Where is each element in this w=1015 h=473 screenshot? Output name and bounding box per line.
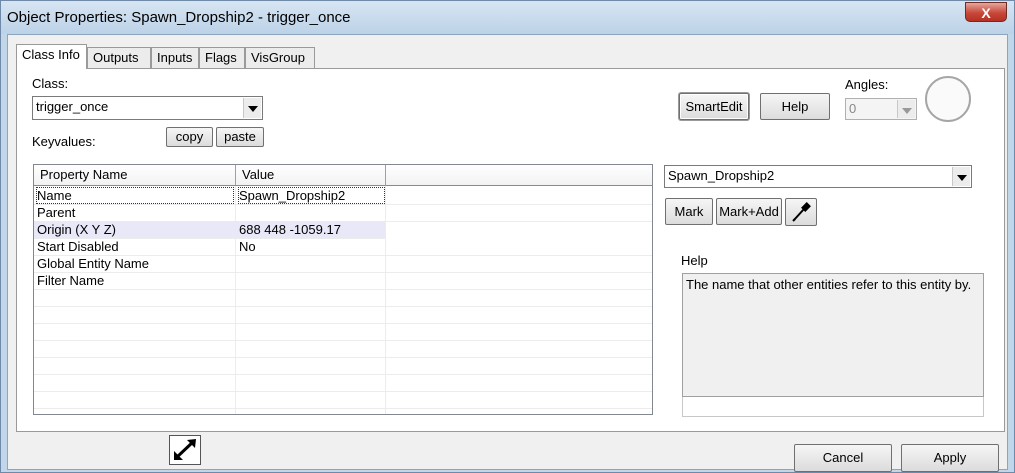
property-name-cell: Filter Name	[37, 273, 105, 288]
property-value-cell: 688 448 -1059.17	[239, 222, 341, 237]
help-box-footer	[682, 397, 984, 417]
smartedit-button[interactable]: SmartEdit	[679, 93, 749, 120]
tab-class-info[interactable]: Class Info	[16, 44, 87, 69]
property-value-cell: Spawn_Dropship2	[238, 187, 385, 204]
table-row[interactable]: Start Disabled No	[34, 238, 652, 256]
eyedropper-button[interactable]	[785, 198, 817, 226]
diagonal-arrow-icon	[174, 439, 196, 460]
table-row-empty	[34, 323, 652, 341]
tab-visgroup[interactable]: VisGroup	[245, 47, 315, 68]
column-header-property-name[interactable]: Property Name	[34, 165, 236, 186]
chevron-down-icon[interactable]	[243, 98, 261, 118]
object-properties-dialog: Object Properties: Spawn_Dropship2 - tri…	[0, 0, 1015, 473]
angles-label: Angles:	[845, 77, 889, 92]
table-row-empty	[34, 391, 652, 409]
table-row[interactable]: Global Entity Name	[34, 255, 652, 273]
resize-arrow-icon[interactable]	[169, 435, 201, 465]
property-name-cell: Start Disabled	[37, 239, 119, 254]
title-bar[interactable]: Object Properties: Spawn_Dropship2 - tri…	[1, 1, 1014, 34]
tab-outputs[interactable]: Outputs	[87, 47, 151, 68]
table-row-empty	[34, 374, 652, 392]
apply-button[interactable]: Apply	[901, 444, 999, 472]
tab-flags[interactable]: Flags	[199, 47, 245, 68]
cancel-button[interactable]: Cancel	[794, 444, 892, 472]
property-value-cell: No	[239, 239, 256, 254]
close-button[interactable]: X	[965, 2, 1007, 22]
eyedropper-icon	[792, 202, 811, 222]
table-row[interactable]: Name Spawn_Dropship2	[34, 187, 652, 205]
column-header-value[interactable]: Value	[236, 165, 386, 186]
window-title: Object Properties: Spawn_Dropship2 - tri…	[7, 9, 351, 26]
table-row-empty	[34, 289, 652, 307]
chevron-down-icon[interactable]	[952, 167, 970, 186]
table-row[interactable]: Parent	[34, 204, 652, 222]
copy-button[interactable]: copy	[166, 127, 213, 147]
angle-dial-widget[interactable]	[925, 76, 971, 122]
class-combo-value: trigger_once	[36, 99, 109, 114]
help-button[interactable]: Help	[760, 93, 830, 120]
column-header-empty	[386, 165, 652, 186]
angles-combo-value: 0	[849, 101, 857, 116]
help-text: The name that other entities refer to th…	[686, 277, 972, 292]
class-label: Class:	[32, 76, 69, 91]
tab-inputs[interactable]: Inputs	[151, 47, 199, 68]
class-combo[interactable]: trigger_once	[32, 96, 263, 120]
help-heading: Help	[681, 253, 708, 268]
mark-add-button[interactable]: Mark+Add	[716, 198, 782, 225]
table-row-empty	[34, 357, 652, 375]
property-name-cell: Name	[36, 187, 234, 204]
table-row[interactable]: Filter Name	[34, 272, 652, 290]
keyvalues-table[interactable]: Property Name Value Name Spawn_Dropship2…	[33, 164, 653, 415]
table-row-empty	[34, 340, 652, 358]
paste-button[interactable]: paste	[216, 127, 264, 147]
chevron-down-icon[interactable]	[897, 100, 915, 118]
keyvalues-label: Keyvalues:	[32, 134, 96, 149]
property-name-cell: Origin (X Y Z)	[37, 222, 116, 237]
angles-combo[interactable]: 0	[845, 98, 917, 120]
table-row-empty	[34, 306, 652, 324]
table-row[interactable]: Origin (X Y Z) 688 448 -1059.17	[34, 221, 385, 239]
mark-button[interactable]: Mark	[665, 198, 713, 225]
value-combo[interactable]: Spawn_Dropship2	[664, 165, 972, 188]
dialog-client-area: Class Info Outputs Inputs Flags VisGroup…	[7, 34, 1008, 470]
property-name-cell: Global Entity Name	[37, 256, 149, 271]
value-combo-text: Spawn_Dropship2	[668, 168, 775, 183]
help-text-box: The name that other entities refer to th…	[682, 273, 984, 397]
property-name-cell: Parent	[37, 205, 76, 220]
